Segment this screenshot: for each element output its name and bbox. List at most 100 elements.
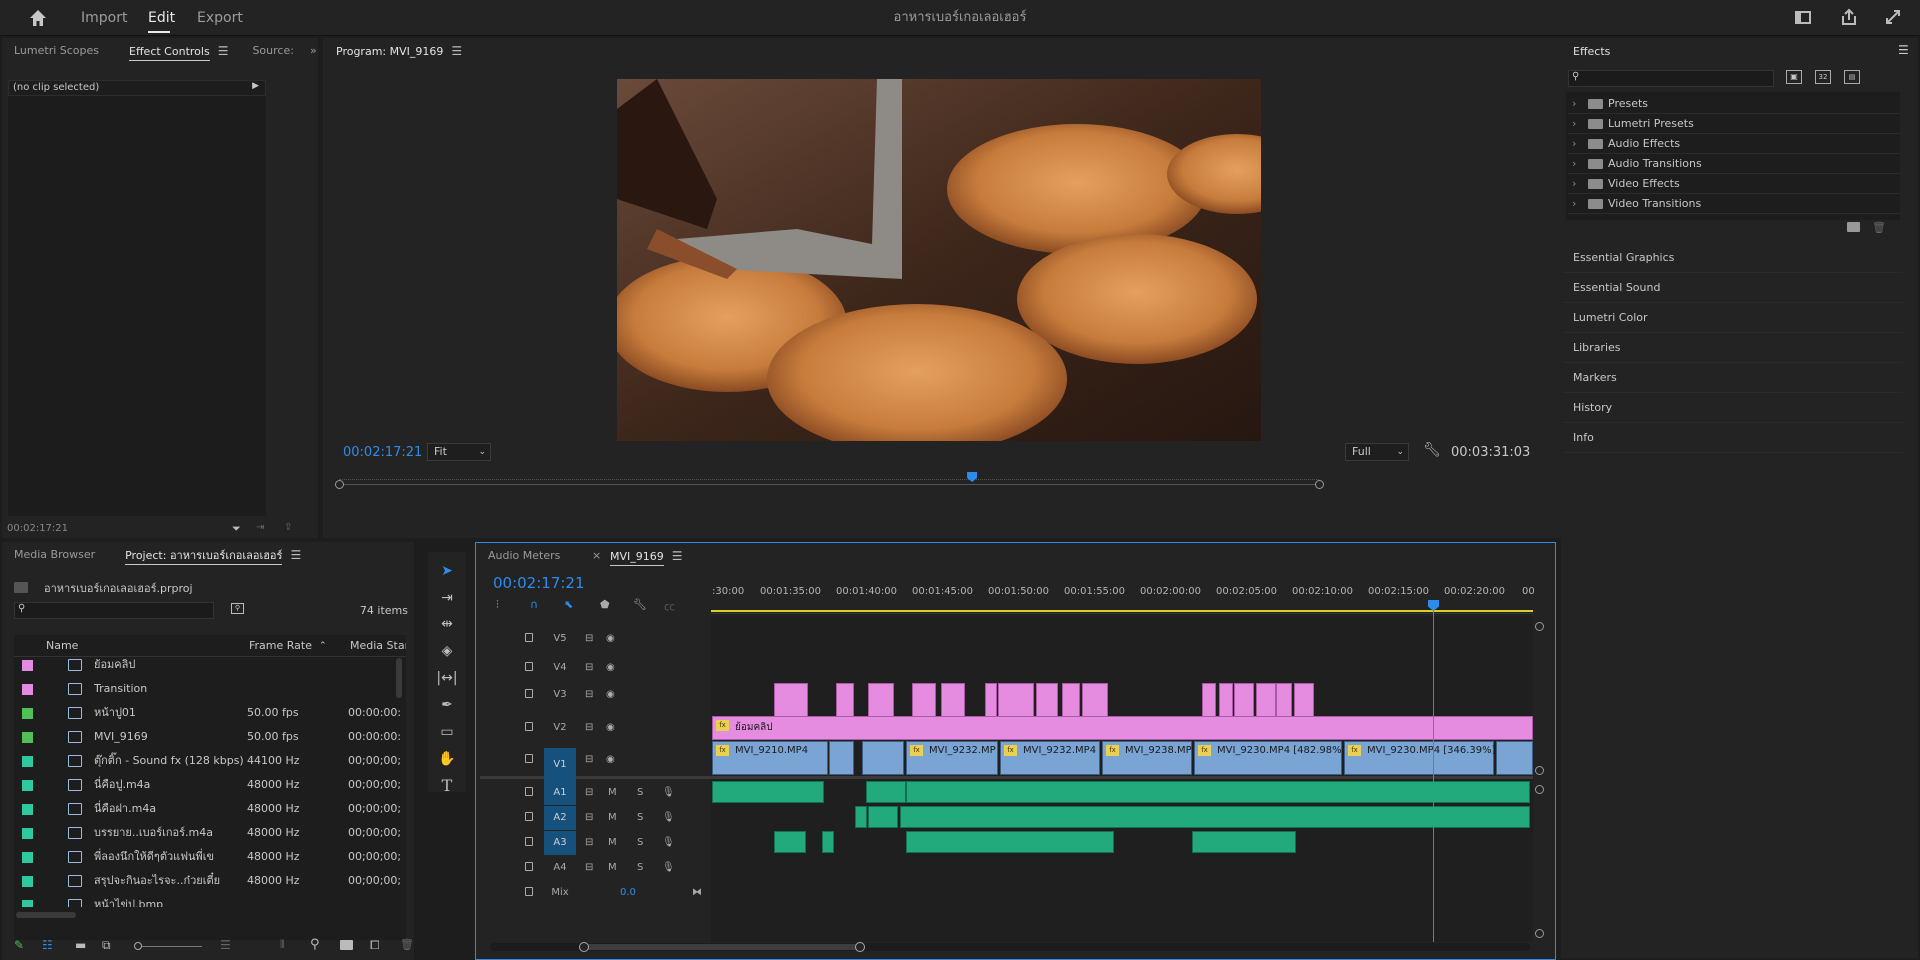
accelerated-effects-icon[interactable]: ▣ bbox=[1786, 70, 1802, 84]
sync-lock-icon[interactable]: ⊟ bbox=[585, 689, 593, 700]
v3-clip[interactable] bbox=[1234, 683, 1254, 717]
zoom-slider[interactable] bbox=[134, 942, 202, 950]
v1-clip[interactable] bbox=[829, 741, 854, 775]
sync-lock-icon[interactable]: ⊟ bbox=[585, 633, 593, 644]
sort-icons-icon[interactable]: ☰ bbox=[220, 938, 231, 952]
nav-import[interactable]: Import bbox=[81, 0, 127, 36]
sync-lock-icon[interactable]: ⊟ bbox=[585, 837, 593, 848]
label-swatch[interactable] bbox=[22, 684, 33, 695]
v1-clip[interactable]: fx MVI_9230.MP4 [346.39%] bbox=[1344, 741, 1496, 775]
sync-lock-icon[interactable]: ⊟ bbox=[585, 812, 593, 823]
v1-clip[interactable] bbox=[862, 741, 904, 775]
add-marker-icon[interactable]: ⬟ bbox=[600, 598, 610, 611]
timeline-playhead-line[interactable] bbox=[1433, 604, 1434, 942]
tab-sequence[interactable]: MVI_9169 ☰ bbox=[610, 543, 683, 570]
lock-icon[interactable] bbox=[525, 812, 533, 821]
v3-clip[interactable] bbox=[774, 683, 808, 717]
wrench-icon[interactable]: 🔧︎ bbox=[633, 598, 647, 611]
v3-clip[interactable] bbox=[941, 683, 965, 717]
fullscreen-icon[interactable] bbox=[1884, 8, 1902, 29]
a2-clip[interactable] bbox=[855, 806, 867, 828]
solo-button[interactable]: S bbox=[637, 862, 643, 873]
a3-clip[interactable] bbox=[906, 831, 1114, 853]
list-item[interactable]: นี่คือฝา.m4a 48000 Hz 00;00;00; bbox=[14, 797, 404, 821]
track-target[interactable]: A1 bbox=[544, 781, 576, 805]
a1-clip[interactable] bbox=[712, 781, 824, 803]
track-target[interactable]: V1 bbox=[544, 748, 576, 782]
panel-section[interactable]: Info bbox=[1563, 423, 1903, 453]
lock-icon[interactable] bbox=[525, 722, 533, 731]
snap-icon[interactable]: ∩ bbox=[530, 598, 538, 611]
a3-clip[interactable] bbox=[774, 831, 806, 853]
v3-clip[interactable] bbox=[912, 683, 936, 717]
work-area-bar[interactable] bbox=[711, 610, 1533, 612]
mute-button[interactable]: M bbox=[608, 837, 617, 848]
panel-layout-icon[interactable] bbox=[1795, 11, 1811, 24]
eye-icon[interactable]: ◉ bbox=[606, 722, 615, 733]
find-icon[interactable]: ⚲ bbox=[310, 937, 320, 952]
panel-section[interactable]: History bbox=[1563, 393, 1903, 423]
captions-icon[interactable]: ㏄ bbox=[664, 598, 675, 614]
clear-icon[interactable]: 🗑︎ bbox=[400, 938, 414, 951]
panel-section[interactable]: Libraries bbox=[1563, 333, 1903, 363]
label-swatch[interactable] bbox=[22, 780, 33, 791]
mute-button[interactable]: M bbox=[608, 862, 617, 873]
v2-adjustment-clip[interactable]: fx ย้อมคลิป bbox=[712, 716, 1533, 740]
program-title[interactable]: Program: MVI_9169 ☰ bbox=[323, 38, 474, 65]
icon-view-icon[interactable]: ▬ bbox=[75, 938, 86, 952]
menu-icon[interactable]: ☰ bbox=[290, 542, 301, 568]
scrubber-start-handle[interactable] bbox=[335, 480, 344, 489]
v3-clip[interactable] bbox=[985, 683, 997, 717]
panel-section[interactable]: Essential Sound bbox=[1563, 273, 1903, 303]
v3-clip[interactable] bbox=[1036, 683, 1058, 717]
mute-button[interactable]: M bbox=[608, 812, 617, 823]
solo-button[interactable]: S bbox=[637, 787, 643, 798]
program-playhead[interactable] bbox=[967, 472, 978, 482]
v3-clip[interactable] bbox=[1082, 683, 1108, 717]
v3-clip[interactable] bbox=[868, 683, 894, 717]
label-swatch[interactable] bbox=[22, 732, 33, 743]
lock-icon[interactable] bbox=[525, 862, 533, 871]
microphone-icon[interactable]: 🎙︎ bbox=[662, 787, 675, 798]
chevron-right-icon[interactable]: › bbox=[1572, 114, 1576, 134]
track-target[interactable]: A2 bbox=[544, 806, 576, 830]
timeline-hscroll[interactable] bbox=[490, 942, 1530, 952]
nest-icon[interactable]: ⫶ bbox=[496, 598, 499, 612]
wrench-icon[interactable]: 🔧︎ bbox=[1423, 442, 1441, 458]
track-target[interactable]: V5 bbox=[544, 627, 576, 651]
sync-lock-icon[interactable]: ⊟ bbox=[585, 722, 593, 733]
project-hscrollbar[interactable] bbox=[16, 912, 76, 918]
label-swatch[interactable] bbox=[22, 708, 33, 719]
v1-clip[interactable]: fx MVI_9230.MP4 [482.98%] bbox=[1194, 741, 1346, 775]
effects-folder[interactable]: › Audio Effects bbox=[1568, 134, 1900, 154]
eye-icon[interactable]: ◉ bbox=[606, 662, 615, 673]
v3-clip[interactable] bbox=[836, 683, 854, 717]
effects-folder[interactable]: › Lumetri Presets bbox=[1568, 114, 1900, 134]
solo-button[interactable]: S bbox=[637, 837, 643, 848]
v3-clip[interactable] bbox=[1294, 683, 1314, 717]
label-swatch[interactable] bbox=[22, 660, 33, 671]
program-scrubber[interactable] bbox=[335, 470, 1324, 492]
effects-folder[interactable]: › Presets bbox=[1568, 94, 1900, 114]
share-icon[interactable] bbox=[1840, 8, 1858, 29]
panel-section[interactable]: Lumetri Color bbox=[1563, 303, 1903, 333]
ripple-edit-tool-icon[interactable]: ⇹ bbox=[436, 613, 458, 635]
panel-section[interactable]: Markers bbox=[1563, 363, 1903, 393]
new-item-icon[interactable]: ⧠ bbox=[370, 938, 380, 953]
eye-icon[interactable]: ◉ bbox=[606, 754, 615, 765]
32bit-effects-icon[interactable]: 32 bbox=[1815, 70, 1831, 84]
label-swatch[interactable] bbox=[22, 828, 33, 839]
yuv-effects-icon[interactable]: ▤ bbox=[1844, 70, 1860, 84]
eye-icon[interactable]: ◉ bbox=[606, 689, 615, 700]
lock-icon[interactable] bbox=[525, 689, 533, 698]
v3-clip[interactable] bbox=[1062, 683, 1080, 717]
delete-icon[interactable]: 🗑︎ bbox=[1872, 221, 1886, 234]
write-protect-icon[interactable]: ✎ bbox=[14, 938, 24, 952]
project-search-input[interactable]: ⚲ bbox=[14, 602, 214, 619]
sync-lock-icon[interactable]: ⊟ bbox=[585, 787, 593, 798]
list-item[interactable]: ย้อมคลิป bbox=[14, 653, 404, 677]
chevron-right-icon[interactable]: › bbox=[1572, 174, 1576, 194]
lock-icon[interactable] bbox=[525, 662, 533, 671]
tab-source[interactable]: Source: bbox=[240, 38, 306, 64]
tab-audio-meters[interactable]: Audio Meters bbox=[488, 543, 560, 569]
